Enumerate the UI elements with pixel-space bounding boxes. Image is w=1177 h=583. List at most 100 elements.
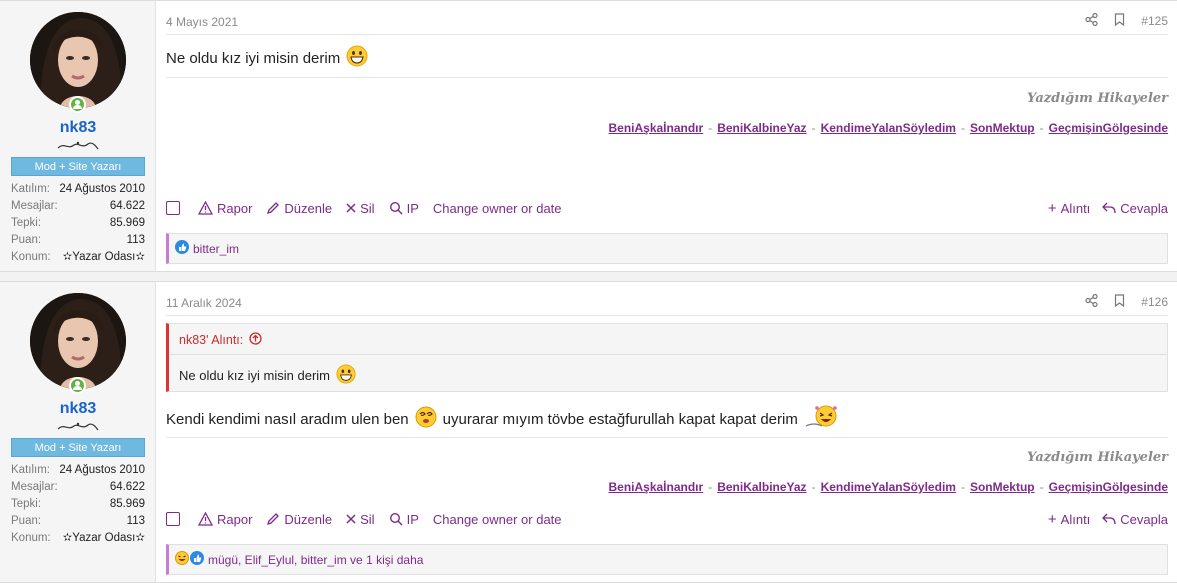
- post-number[interactable]: #125: [1141, 14, 1168, 28]
- header-divider: [166, 315, 1168, 316]
- link-separator: -: [708, 121, 713, 135]
- laughing-emoji-icon: [804, 404, 840, 434]
- stat-value[interactable]: 113: [127, 513, 145, 530]
- quote-label: Alıntı: [1060, 511, 1091, 527]
- post-date[interactable]: 11 Aralık 2024: [166, 296, 242, 310]
- stat-row-points: Puan: 113: [11, 232, 145, 249]
- signature-link[interactable]: KendimeYalanSöyledim: [821, 480, 956, 494]
- username[interactable]: nk83: [0, 119, 156, 137]
- reactions-text[interactable]: bitter_im: [193, 242, 239, 256]
- stat-label: Puan:: [11, 515, 42, 527]
- ip-label: IP: [406, 200, 419, 216]
- stat-value[interactable]: 64.622: [110, 479, 145, 496]
- user-title-badge: Mod + Site Yazarı: [11, 438, 145, 457]
- stat-row-joined: Katılım: 24 Ağustos 2010: [11, 181, 145, 198]
- search-icon: [389, 201, 403, 215]
- post-message: Kendi kendimi nasıl aradım ulen ben uyur…: [166, 404, 840, 434]
- signature-link[interactable]: BeniAşkaİnandır: [608, 121, 703, 135]
- signature-link[interactable]: BeniAşkaİnandır: [608, 480, 703, 494]
- dizzy-emoji-icon: [415, 405, 437, 433]
- report-label: Rapor: [217, 200, 253, 216]
- user-panel: nk83 Mod + Site Yazarı Katılım: 24 Ağusto…: [0, 282, 156, 582]
- post-message: Ne oldu kız iyi misin derim: [166, 45, 368, 71]
- quote-button[interactable]: + Alıntı: [1048, 200, 1090, 217]
- user-title-badge: Mod + Site Yazarı: [11, 157, 145, 176]
- quote-button[interactable]: + Alıntı: [1048, 511, 1090, 528]
- post-actions: Rapor Düzenle Sil IP Change owner or dat…: [166, 198, 1168, 218]
- change-owner-button[interactable]: Change owner or date: [433, 201, 562, 216]
- reply-button[interactable]: Cevapla: [1102, 511, 1168, 528]
- signature-link[interactable]: SonMektup: [970, 480, 1035, 494]
- stat-value[interactable]: 113: [127, 232, 145, 249]
- signature-link[interactable]: SonMektup: [970, 121, 1035, 135]
- share-icon[interactable]: [1085, 12, 1098, 29]
- select-checkbox[interactable]: [166, 512, 180, 526]
- signature-title: Yazdığım Hikayeler: [1027, 450, 1168, 465]
- post-date[interactable]: 4 Mayıs 2021: [166, 15, 238, 29]
- stat-value[interactable]: ✫Yazar Odası✫: [63, 530, 145, 547]
- close-icon: [346, 203, 356, 213]
- pencil-icon: [267, 513, 280, 526]
- reply-icon: [1102, 513, 1116, 525]
- change-owner-button[interactable]: Change owner or date: [433, 512, 562, 527]
- stat-row-location: Konum: ✫Yazar Odası✫: [11, 249, 145, 266]
- select-checkbox[interactable]: [166, 201, 180, 215]
- pencil-icon: [267, 202, 280, 215]
- username[interactable]: nk83: [0, 400, 156, 418]
- signature-link[interactable]: BeniKalbineYaz: [717, 121, 806, 135]
- stat-label: Konum:: [11, 532, 51, 544]
- laugh-reaction-icon: [175, 551, 189, 568]
- reactions-bar[interactable]: mügü, Elif_Eylul, bitter_im ve 1 kişi da…: [166, 544, 1168, 575]
- grin-emoji-icon: [336, 364, 356, 387]
- signature-link[interactable]: KendimeYalanSöyledim: [821, 121, 956, 135]
- ip-button[interactable]: IP: [389, 201, 419, 216]
- avatar[interactable]: [30, 293, 126, 389]
- message-text: Kendi kendimi nasıl aradım ulen ben: [166, 410, 409, 428]
- share-icon[interactable]: [1085, 293, 1098, 310]
- stat-value: 85.969: [109, 217, 145, 229]
- signature-link[interactable]: BeniKalbineYaz: [717, 480, 806, 494]
- report-button[interactable]: Rapor: [198, 512, 252, 527]
- ip-label: IP: [406, 511, 419, 527]
- stat-value: 85.969: [109, 498, 145, 510]
- like-reaction-icon: [190, 551, 204, 568]
- post-header-tools: #126: [1085, 293, 1168, 310]
- close-icon: [346, 514, 356, 524]
- post-main: 4 Mayıs 2021 #125 Ne oldu kız iyi misin …: [156, 1, 1177, 271]
- stat-value[interactable]: 64.622: [110, 198, 145, 215]
- ip-button[interactable]: IP: [389, 512, 419, 527]
- delete-button[interactable]: Sil: [346, 200, 375, 216]
- edit-button[interactable]: Düzenle: [266, 201, 332, 216]
- delete-button[interactable]: Sil: [346, 512, 375, 527]
- header-divider: [166, 34, 1168, 35]
- flourish-icon: [0, 139, 156, 157]
- avatar[interactable]: [30, 12, 126, 108]
- report-label: Rapor: [217, 511, 253, 527]
- bookmark-icon[interactable]: [1114, 294, 1125, 310]
- edit-label: Düzenle: [284, 511, 333, 527]
- search-icon: [389, 512, 403, 526]
- edit-button[interactable]: Düzenle: [266, 512, 332, 527]
- reactions-text[interactable]: mügü, Elif_Eylul, bitter_im ve 1 kişi da…: [208, 553, 423, 567]
- signature-link[interactable]: GeçmişinGölgesinde: [1049, 480, 1168, 494]
- bookmark-icon[interactable]: [1114, 13, 1125, 29]
- stat-label: Mesajlar:: [11, 200, 58, 212]
- signature-links: BeniAşkaİnandır - BeniKalbineYaz - KendimeYa…: [608, 121, 1168, 135]
- reply-icon: [1102, 202, 1116, 214]
- signature-link[interactable]: GeçmişinGölgesinde: [1049, 121, 1168, 135]
- delete-label: Sil: [360, 200, 375, 216]
- reactions-bar[interactable]: bitter_im: [166, 233, 1168, 264]
- online-status-icon: [69, 377, 86, 394]
- quote-body: Ne oldu kız iyi misin derim: [179, 364, 356, 387]
- post-number[interactable]: #126: [1141, 295, 1168, 309]
- post-126: nk83 Mod + Site Yazarı Katılım: 24 Ağusto…: [0, 281, 1177, 583]
- report-button[interactable]: Rapor: [198, 201, 252, 216]
- arrow-up-circle-icon[interactable]: [249, 332, 262, 348]
- quote-author[interactable]: nk83' Alıntı:: [179, 333, 243, 347]
- stat-value: 24 Ağustos 2010: [59, 464, 145, 476]
- quote-header[interactable]: nk83' Alıntı:: [179, 332, 262, 348]
- signature-links: BeniAşkaİnandır - BeniKalbineYaz - KendimeYa…: [608, 480, 1168, 494]
- signature-divider: [166, 437, 1168, 438]
- reply-button[interactable]: Cevapla: [1102, 200, 1168, 217]
- stat-value[interactable]: ✫Yazar Odası✫: [63, 249, 145, 266]
